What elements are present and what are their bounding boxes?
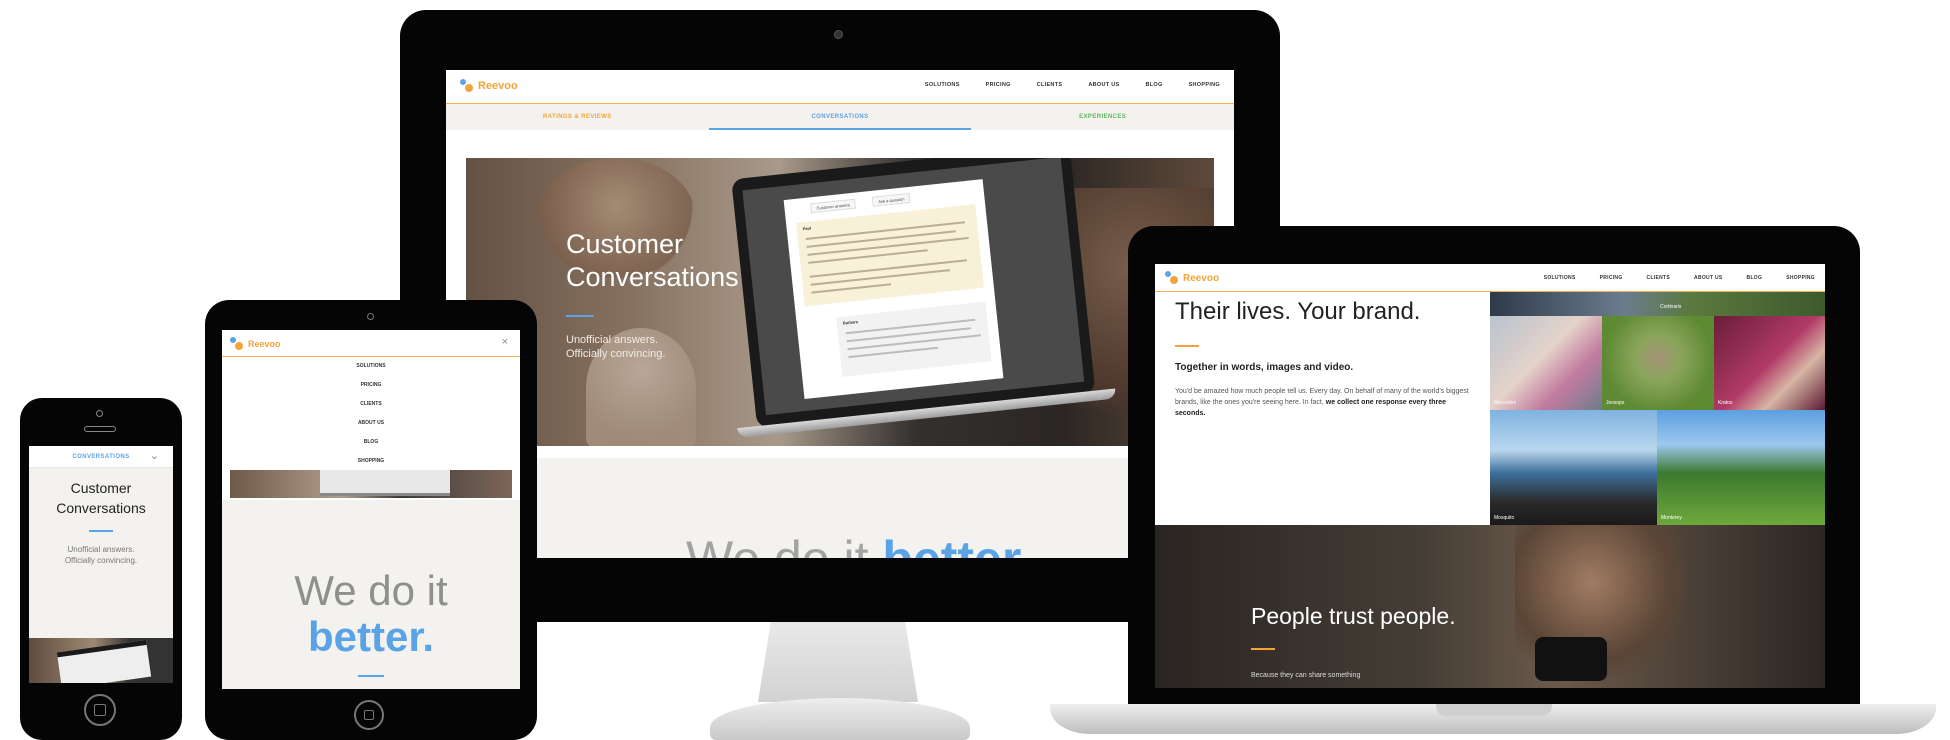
phone-hero-image xyxy=(29,638,173,683)
reevoo-logo-tablet[interactable]: Reevoo xyxy=(230,337,281,351)
phone-tab-bar[interactable]: CONVERSATIONS ⌄ xyxy=(29,446,173,468)
menu-about-us[interactable]: ABOUT US xyxy=(358,414,384,433)
smartphone: CONVERSATIONS ⌄ Customer Conversations U… xyxy=(20,398,182,740)
answer-bubble: Barbara xyxy=(836,301,992,377)
laptop-body-text: You'd be amazed how much people tell us.… xyxy=(1175,388,1469,417)
logo-mark-icon xyxy=(1165,271,1179,285)
photo-tile-coast[interactable]: Mosquito xyxy=(1490,410,1657,525)
monitor-stand xyxy=(758,622,918,702)
laptop-site-header: Reevoo SOLUTIONS PRICING CLIENTS ABOUT U… xyxy=(1155,264,1825,292)
photo-tile-golf[interactable]: Monterey xyxy=(1657,410,1825,525)
hero-divider xyxy=(566,315,594,317)
phone-divider xyxy=(89,530,113,532)
menu-pricing[interactable]: PRICING xyxy=(361,376,382,395)
phone-camera xyxy=(96,410,103,417)
conversation-panel: Customer answers Ask a question Paul Bar… xyxy=(783,179,1004,399)
home-square-icon xyxy=(364,710,374,720)
laptop-notch xyxy=(1436,704,1552,716)
photo-tile-bird[interactable]: Jessops xyxy=(1602,316,1714,410)
nav-blog[interactable]: BLOG xyxy=(1145,82,1162,88)
logo-text: Reevoo xyxy=(248,339,281,349)
nav-pricing[interactable]: PRICING xyxy=(986,82,1011,88)
brand-intro-section: Their lives. Your brand. Together in wor… xyxy=(1155,292,1490,525)
nav-clients[interactable]: CLIENTS xyxy=(1037,82,1063,88)
logo-text: Reevoo xyxy=(478,80,518,92)
trust-photo-phone xyxy=(1535,637,1607,681)
trust-banner: People trust people. Because they can sh… xyxy=(1155,525,1825,688)
customer-photo-grid: Cortinaris Mercedes Jessops Kratos Mosqu… xyxy=(1490,292,1825,525)
tablet-camera xyxy=(367,313,374,320)
headline-divider xyxy=(1175,345,1199,347)
home-square-icon xyxy=(94,704,106,716)
tablet-tagline-plain: We do it xyxy=(294,567,448,614)
subnav-experiences[interactable]: EXPERIENCES xyxy=(971,104,1234,130)
menu-blog[interactable]: BLOG xyxy=(364,433,378,452)
monitor-screen: Reevoo SOLUTIONS PRICING CLIENTS ABOUT U… xyxy=(446,70,1234,575)
subnav-conversations[interactable]: CONVERSATIONS xyxy=(708,104,972,130)
photo-tile-flowers[interactable]: Mercedes xyxy=(1490,316,1602,410)
monitor-camera xyxy=(834,30,843,39)
phone-screen: CONVERSATIONS ⌄ Customer Conversations U… xyxy=(29,446,173,683)
question-bubble: Paul xyxy=(796,204,984,307)
phone-subtitle: Unofficial answers. Officially convincin… xyxy=(64,545,138,565)
photo-tile-child-seat[interactable]: Kratos xyxy=(1714,316,1825,410)
tablet-divider xyxy=(358,675,384,677)
phone-speaker xyxy=(84,426,116,432)
trust-subtitle: Because they can share something xyxy=(1251,672,1361,679)
site-header: Reevoo SOLUTIONS PRICING CLIENTS ABOUT U… xyxy=(446,70,1234,104)
chevron-down-icon[interactable]: ⌄ xyxy=(150,449,159,462)
nav-solutions[interactable]: SOLUTIONS xyxy=(1544,275,1576,281)
nav-pricing[interactable]: PRICING xyxy=(1600,275,1623,281)
tablet-hero-strip xyxy=(230,470,512,498)
tablet-menu: SOLUTIONS PRICING CLIENTS ABOUT US BLOG … xyxy=(222,357,520,471)
answerer-name: Barbara xyxy=(842,318,859,326)
laptop: Reevoo SOLUTIONS PRICING CLIENTS ABOUT U… xyxy=(1128,226,1860,704)
reevoo-logo[interactable]: Reevoo xyxy=(460,79,518,93)
menu-solutions[interactable]: SOLUTIONS xyxy=(356,357,385,376)
nav-blog[interactable]: BLOG xyxy=(1747,275,1763,281)
subnav-ratings-reviews[interactable]: RATINGS & REVIEWS xyxy=(446,104,709,130)
product-subnav: RATINGS & REVIEWS CONVERSATIONS EXPERIEN… xyxy=(446,104,1234,130)
logo-mark-icon xyxy=(460,79,474,93)
tablet-site-header: Reevoo × xyxy=(222,330,520,357)
menu-clients[interactable]: CLIENTS xyxy=(360,395,381,414)
laptop-headline: Their lives. Your brand. xyxy=(1175,298,1421,325)
nav-shopping[interactable]: SHOPPING xyxy=(1786,275,1815,281)
nav-clients[interactable]: CLIENTS xyxy=(1647,275,1671,281)
trust-divider xyxy=(1251,648,1275,650)
nav-about-us[interactable]: ABOUT US xyxy=(1088,82,1119,88)
nav-solutions[interactable]: SOLUTIONS xyxy=(925,82,960,88)
laptop-screen: Reevoo SOLUTIONS PRICING CLIENTS ABOUT U… xyxy=(1155,264,1825,688)
photo-tile-top[interactable]: Cortinaris xyxy=(1490,292,1825,316)
menu-shopping[interactable]: SHOPPING xyxy=(358,452,384,471)
hero-laptop-illustration: Customer answers Ask a question Paul Bar… xyxy=(700,158,1117,446)
logo-mark-icon xyxy=(230,337,244,351)
tablet-hero-laptop xyxy=(320,470,450,496)
tablet-screen: Reevoo × SOLUTIONS PRICING CLIENTS ABOUT… xyxy=(222,330,520,689)
laptop-main-nav: SOLUTIONS PRICING CLIENTS ABOUT US BLOG … xyxy=(1520,275,1815,281)
tab-customer-answers: Customer answers xyxy=(810,198,857,214)
hero-subtitle: Unofficial answers. Officially convincin… xyxy=(566,334,666,360)
laptop-subhead: Together in words, images and video. xyxy=(1175,362,1354,373)
monitor-bezel-strip xyxy=(446,558,1234,575)
tab-ask-question: Ask a question xyxy=(871,192,911,207)
tablet: Reevoo × SOLUTIONS PRICING CLIENTS ABOUT… xyxy=(205,300,537,740)
phone-title: Customer Conversations xyxy=(56,480,146,516)
nav-about-us[interactable]: ABOUT US xyxy=(1694,275,1723,281)
hero-banner: Customer answers Ask a question Paul Bar… xyxy=(466,158,1214,446)
main-nav: SOLUTIONS PRICING CLIENTS ABOUT US BLOG … xyxy=(899,82,1220,88)
trust-title: People trust people. xyxy=(1251,603,1456,629)
phone-hero-laptop xyxy=(56,639,152,683)
close-icon[interactable]: × xyxy=(502,336,508,348)
reevoo-logo-laptop[interactable]: Reevoo xyxy=(1165,271,1219,285)
tablet-tagline-accent: better. xyxy=(307,613,435,660)
logo-text: Reevoo xyxy=(1183,272,1220,284)
hero-title: Customer Conversations xyxy=(566,229,739,292)
monitor-stand-base xyxy=(710,698,970,740)
asker-name: Paul xyxy=(802,225,812,232)
nav-shopping[interactable]: SHOPPING xyxy=(1189,82,1220,88)
